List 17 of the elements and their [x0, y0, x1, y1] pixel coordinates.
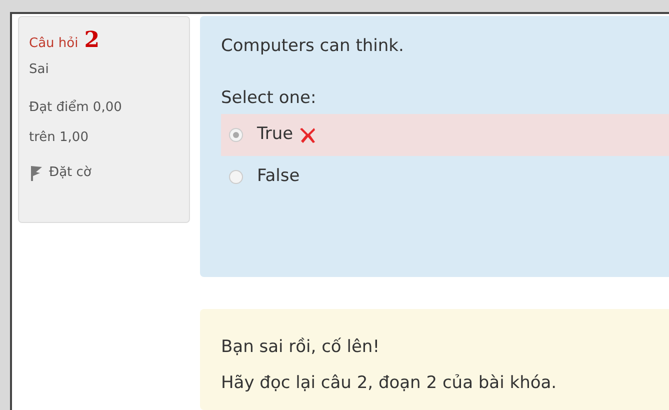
question-number: 2	[84, 29, 100, 51]
question-text: Computers can think.	[221, 35, 405, 58]
answer-option[interactable]: False	[221, 156, 669, 198]
radio-button[interactable]	[229, 170, 243, 184]
question-status: Sai	[29, 60, 50, 78]
option-label: False	[257, 165, 300, 188]
answer-option[interactable]: True	[221, 114, 669, 156]
option-label: True	[257, 123, 294, 146]
feedback-text: Bạn sai rồi, cố lên!	[221, 336, 381, 359]
radio-button[interactable]	[229, 128, 243, 142]
prompt-text: Select one:	[221, 86, 318, 110]
cross-icon	[299, 126, 318, 144]
feedback-text: Hãy đọc lại câu 2, đoạn 2 của bài khóa.	[221, 372, 558, 394]
grade-text: Đạt điểm 0,00 trên 1,00	[29, 98, 123, 147]
flag-button[interactable]: Đặt cờ	[29, 163, 179, 182]
flag-icon	[29, 164, 43, 181]
question-label: Câu hỏi	[29, 35, 78, 53]
